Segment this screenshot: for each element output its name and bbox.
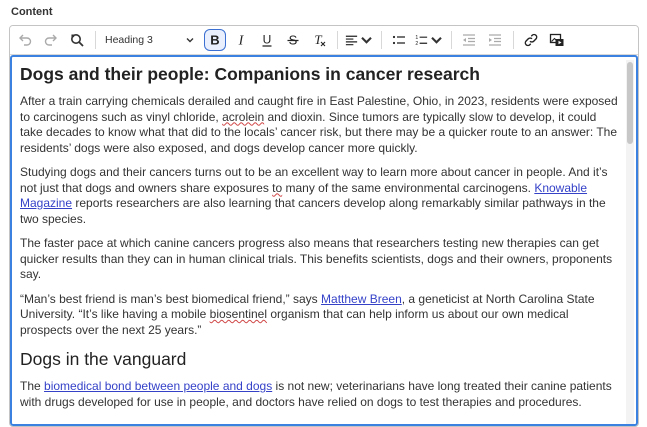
undo-icon — [19, 34, 32, 46]
italic-icon: I — [238, 34, 245, 49]
bulleted-list-icon — [392, 35, 405, 45]
outdent-icon — [463, 34, 475, 46]
indent-icon — [489, 34, 501, 46]
heading-dropdown[interactable]: Heading 3 — [102, 29, 198, 51]
chevron-down-icon — [431, 37, 442, 44]
svg-text:T: T — [314, 32, 322, 47]
content-field-label: Content — [11, 6, 53, 18]
strikethrough-icon: S — [287, 33, 299, 48]
toolbar-separator — [451, 31, 452, 49]
indent-button[interactable] — [484, 29, 506, 51]
scrollbar-thumb[interactable] — [627, 62, 633, 144]
rich-text-editor: Heading 3 B I U S T 12 — [9, 25, 639, 427]
strikethrough-button[interactable]: S — [282, 29, 304, 51]
editor-toolbar: Heading 3 B I U S T 12 — [10, 26, 638, 55]
document-body: Dogs and their people: Companions in can… — [20, 57, 620, 410]
chevron-down-icon — [361, 37, 372, 44]
clear-formatting-button[interactable]: T — [308, 29, 330, 51]
numbered-list-icon: 12 — [415, 35, 428, 47]
media-icon — [549, 33, 564, 46]
paragraph-2: Studying dogs and their cancers turns ou… — [20, 165, 620, 227]
biomedical-bond-link[interactable]: biomedical bond between people and dogs — [44, 379, 272, 393]
undo-button[interactable] — [14, 29, 36, 51]
paragraph-text: “Man’s best friend is man’s best biomedi… — [20, 291, 322, 306]
redo-icon — [44, 34, 57, 46]
toolbar-separator — [381, 31, 382, 49]
paragraph-text: reports researchers are also learning th… — [20, 196, 606, 226]
svg-text:2: 2 — [415, 41, 418, 47]
svg-text:U: U — [263, 33, 272, 47]
svg-text:I: I — [238, 34, 245, 49]
section-heading: Dogs in the vanguard — [20, 349, 187, 369]
outdent-button[interactable] — [458, 29, 480, 51]
italic-button[interactable]: I — [230, 29, 252, 51]
vertical-scrollbar[interactable] — [626, 60, 634, 424]
document-title: Dogs and their people: Companions in can… — [20, 64, 480, 84]
paragraph-3: The faster pace at which canine cancers … — [20, 236, 613, 281]
bold-button[interactable]: B — [204, 29, 226, 51]
link-button[interactable] — [520, 29, 542, 51]
spellcheck-word[interactable]: acrolein — [222, 110, 264, 124]
svg-text:B: B — [210, 33, 219, 48]
numbered-list-dropdown[interactable]: 12 — [414, 29, 444, 51]
paragraph-4: “Man’s best friend is man’s best biomedi… — [20, 292, 620, 339]
redo-button[interactable] — [40, 29, 62, 51]
editor-content-area[interactable]: Dogs and their people: Companions in can… — [10, 55, 638, 426]
align-left-icon — [345, 35, 358, 46]
matthew-breen-link[interactable]: Matthew Breen — [321, 292, 402, 306]
link-icon — [524, 33, 538, 47]
insert-media-button[interactable] — [546, 29, 568, 51]
toolbar-separator — [513, 31, 514, 49]
spellcheck-word[interactable]: biosentinel — [210, 307, 267, 321]
bold-icon: B — [210, 33, 219, 48]
svg-text:1: 1 — [415, 35, 418, 41]
paragraph-1: After a train carrying chemicals deraile… — [20, 94, 620, 156]
toolbar-separator — [337, 31, 338, 49]
paragraph-text: The — [20, 379, 45, 393]
alignment-dropdown[interactable] — [344, 29, 374, 51]
clear-formatting-icon: T — [314, 32, 326, 47]
paragraph-text: many of the same environmental carcinoge… — [282, 180, 535, 195]
bulleted-list-button[interactable] — [388, 29, 410, 51]
underline-icon: U — [262, 33, 272, 47]
find-replace-icon — [71, 34, 84, 47]
find-replace-button[interactable] — [66, 29, 88, 51]
underline-button[interactable]: U — [256, 29, 278, 51]
heading-dropdown-value: Heading 3 — [105, 34, 153, 46]
chevron-down-icon — [186, 38, 194, 43]
paragraph-5: The biomedical bond between people and d… — [20, 379, 620, 410]
spellcheck-word[interactable]: to — [272, 181, 282, 195]
toolbar-separator — [95, 31, 96, 49]
